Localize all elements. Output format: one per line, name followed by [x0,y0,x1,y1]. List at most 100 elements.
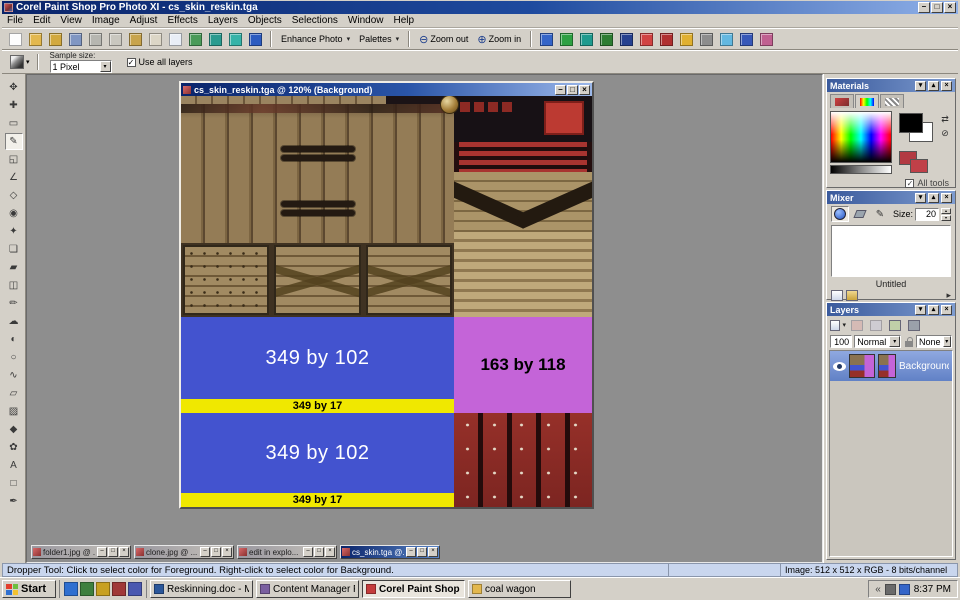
makeover-icon[interactable] [657,30,676,48]
pan-tool[interactable]: ✥ [5,79,23,96]
menu-objects[interactable]: Objects [243,14,287,27]
undo-icon[interactable] [126,30,145,48]
materials-close-button[interactable] [941,81,952,91]
scan-icon[interactable] [86,30,105,48]
layer-row-background[interactable]: Background [830,351,952,381]
lock-transparency-icon[interactable] [903,335,914,348]
histogram-icon[interactable] [537,30,556,48]
link-set-select[interactable]: None [916,335,952,348]
delete-layer-button[interactable] [849,318,865,332]
quick-launch-icon-3[interactable] [96,582,110,596]
new-layer-button[interactable] [830,318,846,332]
spin-up-icon[interactable] [941,208,951,214]
menu-file[interactable]: File [2,14,28,27]
dodge-tool[interactable]: ○ [5,349,23,366]
picture-tube-tool[interactable]: ✿ [5,439,23,456]
pen-tool[interactable]: ✒ [5,493,23,510]
layers-close-button[interactable] [941,305,952,315]
mixer-canvas[interactable] [831,225,951,277]
menu-selections[interactable]: Selections [287,14,343,27]
mixer-nav-right-icon[interactable] [946,290,951,301]
menu-window[interactable]: Window [343,14,389,27]
airbrush-tool[interactable]: ☁ [5,313,23,330]
menu-adjust[interactable]: Adjust [125,14,163,27]
min-doc-edit-in-explorer[interactable]: edit in explo... [237,545,337,559]
task-reskinning-doc[interactable]: Reskinning.doc - Microso... [150,580,253,598]
move-tool[interactable]: ✚ [5,97,23,114]
text-tool[interactable]: A [5,457,23,474]
document-canvas[interactable]: 349 by 102 349 by 17 349 by 102 349 by 1… [181,96,592,507]
min-doc-close-button[interactable] [428,547,438,557]
close-button[interactable] [944,2,956,13]
materials-tab-rainbow[interactable] [855,94,879,108]
materials-rollup-button[interactable] [928,81,939,91]
min-doc-cs-skin[interactable]: cs_skin.tga @... [340,545,440,559]
red-eye-icon[interactable] [637,30,656,48]
start-button[interactable]: Start [2,580,56,598]
document-close-button[interactable] [579,85,590,95]
browse-icon[interactable] [46,30,65,48]
menu-image[interactable]: Image [87,14,125,27]
document-titlebar[interactable]: cs_skin_reskin.tga @ 120% (Background) [181,83,592,96]
tray-volume-icon[interactable] [885,584,896,595]
gray-ramp-bar[interactable] [830,165,892,174]
layers-menu-button[interactable] [915,305,926,315]
flood-fill-tool[interactable]: ◆ [5,421,23,438]
background-material-swatch[interactable] [910,159,928,173]
zoom-out-button[interactable]: Zoom out [415,30,472,48]
menu-edit[interactable]: Edit [28,14,55,27]
all-tools-checkbox[interactable]: All tools [827,178,955,190]
swap-colors-icon[interactable] [939,113,951,125]
color-balance-icon[interactable] [597,30,616,48]
menu-layers[interactable]: Layers [203,14,243,27]
perspective-tool[interactable]: ◇ [5,187,23,204]
duplicate-layer-button[interactable] [868,318,884,332]
screen-capture-icon[interactable] [186,30,205,48]
backlight-icon[interactable] [697,30,716,48]
object-remover-tool[interactable]: ◫ [5,277,23,294]
print-icon[interactable] [106,30,125,48]
min-doc-close-button[interactable] [222,547,232,557]
foreground-color-swatch[interactable] [899,113,923,133]
preset-shape-tool[interactable]: □ [5,475,23,492]
smudge-tool[interactable]: ∿ [5,367,23,384]
materials-titlebar[interactable]: Materials [827,79,955,92]
restore-button[interactable] [931,2,943,13]
chevron-down-icon[interactable] [889,336,900,347]
clone-tool[interactable]: ❏ [5,241,23,258]
smart-fix-icon[interactable] [577,30,596,48]
quick-launch-icon-2[interactable] [80,582,94,596]
quick-launch-icon-5[interactable] [128,582,142,596]
selection-tool[interactable]: ▭ [5,115,23,132]
mixer-load-page-icon[interactable] [846,290,858,301]
min-doc-restore-button[interactable] [417,547,427,557]
task-coal-wagon[interactable]: coal wagon [468,580,571,598]
mixer-knife-tool[interactable] [851,206,869,222]
quick-launch-icon-1[interactable] [64,582,78,596]
menu-help[interactable]: Help [388,14,419,27]
copy-icon[interactable] [166,30,185,48]
link-layers-button[interactable] [887,318,903,332]
layer-opacity-input[interactable]: 100 [830,335,852,348]
use-all-layers-checkbox[interactable]: Use all layers [127,57,193,67]
crop-tool[interactable]: ◱ [5,151,23,168]
spin-down-icon[interactable] [941,215,951,221]
min-doc-close-button[interactable] [119,547,129,557]
picture-frame-icon[interactable] [757,30,776,48]
color-picker-area[interactable] [830,111,892,163]
mixer-size-spinner[interactable] [941,208,951,221]
min-doc-folder1[interactable]: folder1.jpg @ ... [31,545,131,559]
mixer-brush-tool[interactable] [831,206,849,222]
twain-icon[interactable] [226,30,245,48]
lighten-darken-tool[interactable]: ◐ [5,331,23,348]
presets-dropdown[interactable] [8,54,32,70]
min-doc-restore-button[interactable] [211,547,221,557]
chevron-down-icon[interactable] [100,61,111,72]
redo-icon[interactable] [146,30,165,48]
mixer-menu-button[interactable] [915,193,926,203]
transparency-icon[interactable] [939,127,951,139]
import-icon[interactable] [206,30,225,48]
min-doc-minimize-button[interactable] [200,547,210,557]
materials-tab-swatches[interactable] [880,94,904,108]
tray-display-icon[interactable] [899,584,910,595]
